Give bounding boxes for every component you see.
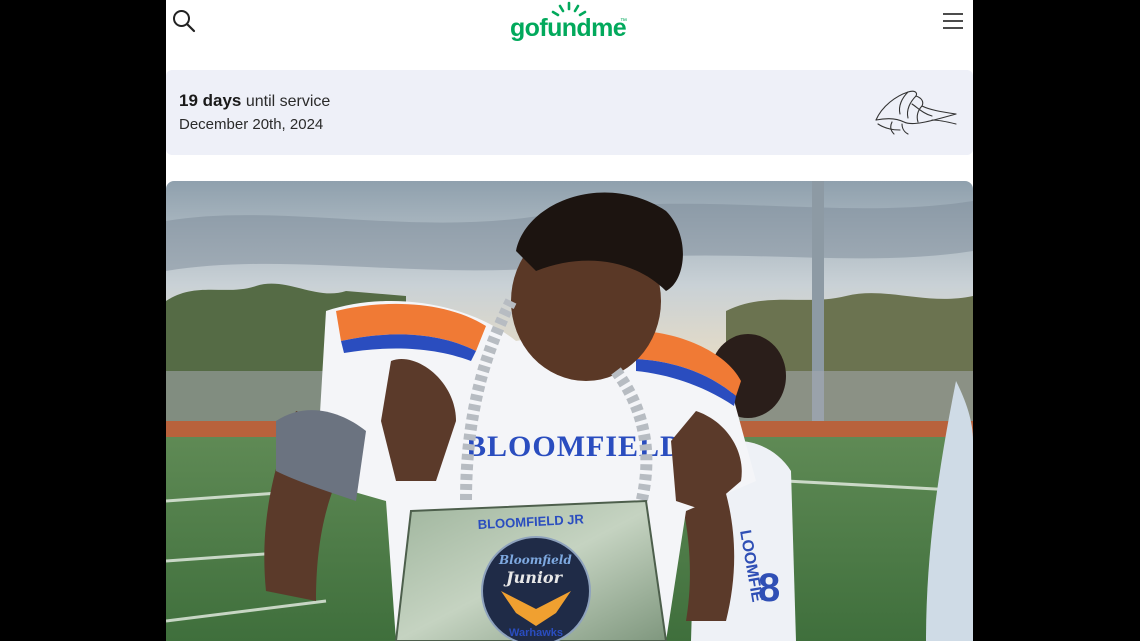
top-header: gofundme ™: [166, 0, 973, 44]
championship-belt: BLOOMFIELD JR 130 Bloomfield Junior Warh…: [394, 499, 668, 641]
campaign-photo[interactable]: LOOMFIE 8 BLOOMFIELD BLOOMFIELD JR Bloom…: [166, 181, 973, 641]
gofundme-logo[interactable]: gofundme ™: [509, 1, 631, 43]
angel-wings-icon: [875, 90, 957, 135]
belt-bottom-text: Warhawks: [509, 627, 563, 639]
belt-script-2: Junior: [503, 568, 564, 587]
trademark-mark: ™: [620, 18, 627, 25]
service-date: December 20th, 2024: [179, 116, 324, 133]
hamburger-menu-icon: [943, 13, 963, 29]
back-jersey-number: 8: [758, 566, 780, 610]
menu-button[interactable]: [941, 10, 965, 32]
days-remaining: 19 days: [179, 91, 242, 110]
until-service-label: until service: [241, 93, 331, 110]
countdown-text: 19 days until service: [179, 91, 330, 111]
page-container: gofundme ™ 19 days until service Decembe…: [166, 0, 973, 641]
service-countdown-banner: 19 days until service December 20th, 202…: [166, 70, 973, 155]
search-icon: [173, 10, 196, 33]
belt-script-1: Bloomfield: [498, 553, 572, 567]
logo-text: gofundme: [510, 14, 627, 42]
search-button[interactable]: [171, 8, 197, 34]
